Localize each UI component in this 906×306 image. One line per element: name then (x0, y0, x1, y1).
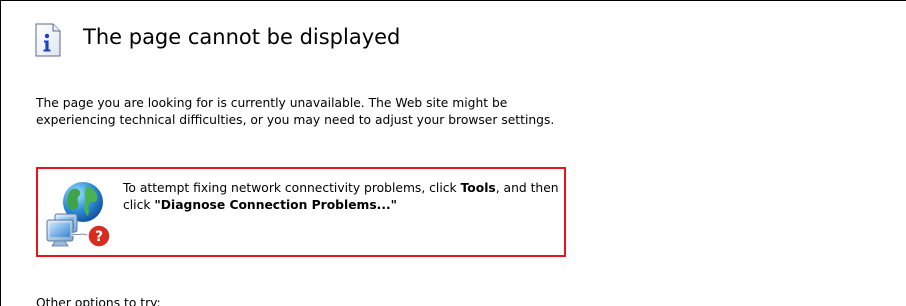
tools-label: Tools (460, 181, 496, 195)
diagnose-connection-label: "Diagnose Connection Problems..." (154, 198, 398, 212)
page-title: The page cannot be displayed (83, 24, 401, 49)
svg-text:?: ? (95, 229, 103, 245)
other-options-heading: Other options to try: (36, 296, 161, 306)
error-page: The page cannot be displayed The page yo… (0, 0, 906, 306)
diagnose-tip-box: ? To attempt fixing network connectivity… (36, 167, 566, 257)
info-icon (35, 23, 61, 57)
page-header: The page cannot be displayed (35, 23, 400, 57)
error-description: The page you are looking for is currentl… (36, 96, 555, 127)
tip-text-before: To attempt fixing network connectivity p… (123, 181, 461, 195)
network-diagnose-icon: ? (46, 182, 111, 248)
diagnose-tip-text: To attempt fixing network connectivity p… (123, 180, 563, 214)
